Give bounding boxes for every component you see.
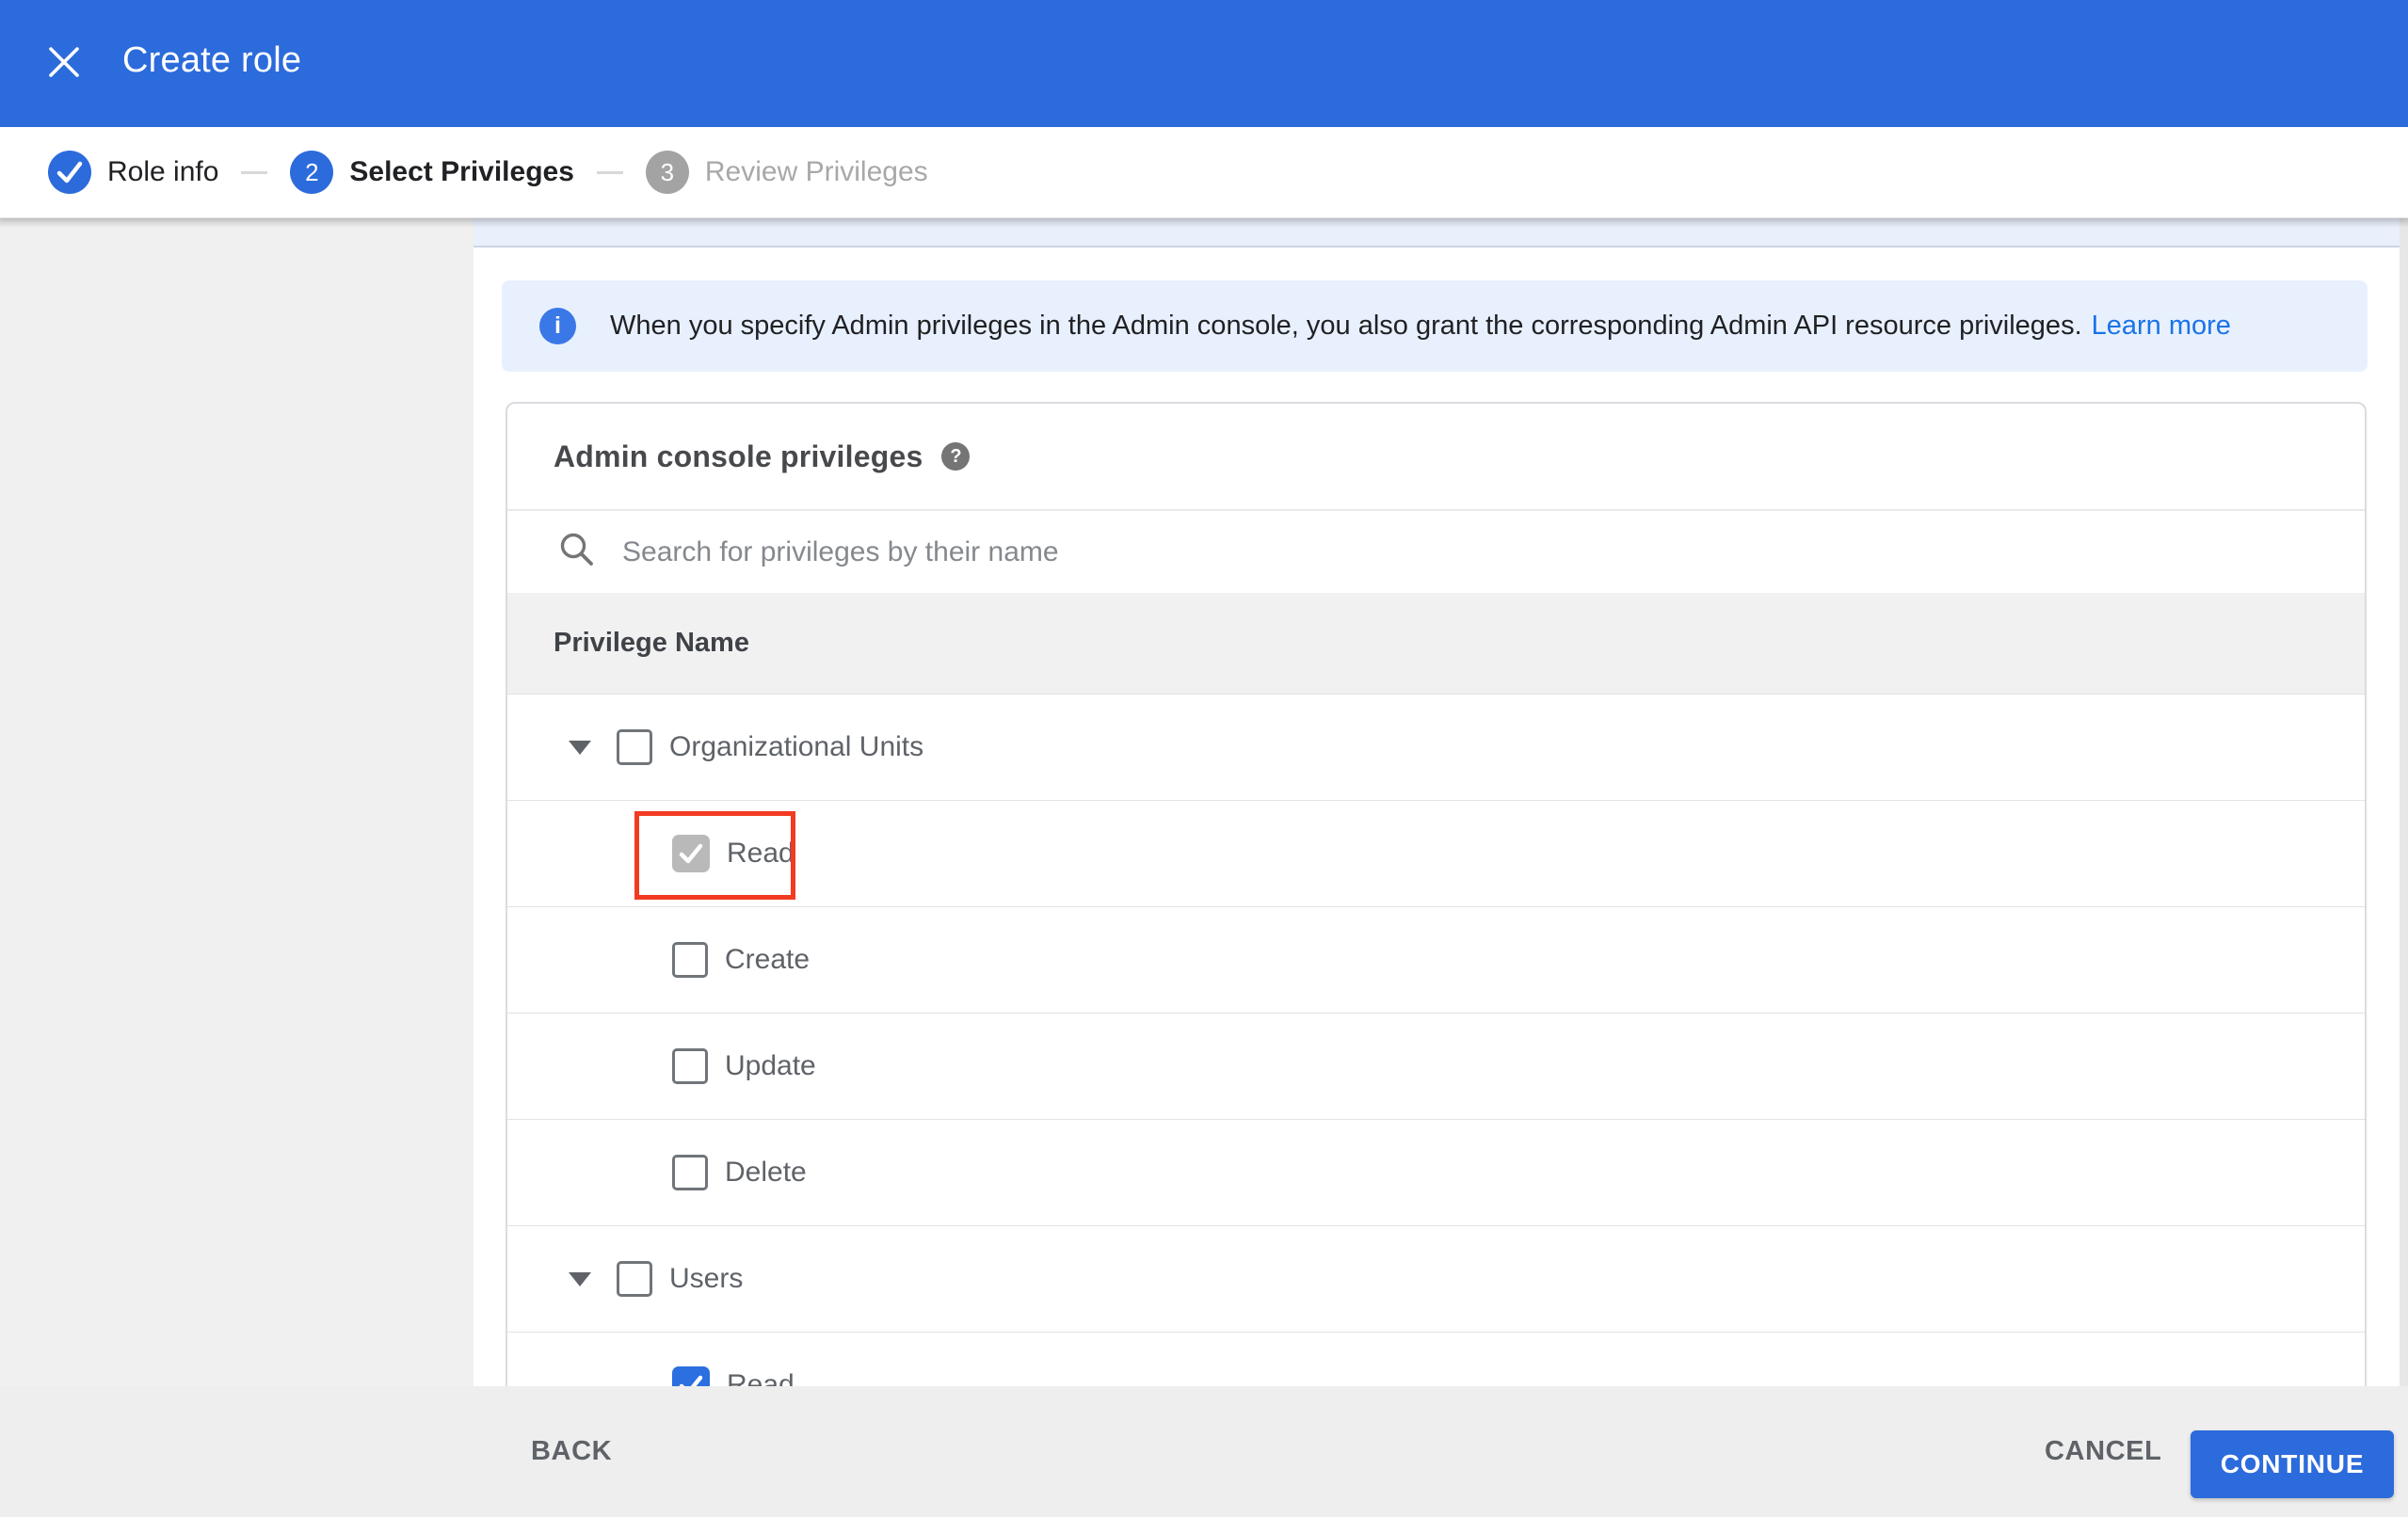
left-gutter-panel	[0, 218, 474, 1517]
step-connector	[241, 170, 268, 174]
privilege-row-delete: Delete	[507, 1120, 2365, 1226]
scrolled-content-strip	[474, 218, 2400, 248]
stepper: Role info 2 Select Privileges 3 Review P…	[0, 127, 2408, 218]
step-label: Review Privileges	[704, 156, 928, 187]
back-button[interactable]: BACK	[531, 1386, 612, 1517]
privilege-label: Delete	[725, 1157, 807, 1188]
page-title: Create role	[122, 40, 302, 80]
search-input[interactable]	[622, 535, 2034, 568]
privilege-search-row	[507, 511, 2365, 593]
step-complete-check-icon	[48, 151, 91, 194]
help-icon[interactable]: ?	[941, 442, 971, 471]
checkbox-create[interactable]	[672, 942, 708, 978]
card-title-row: Admin console privileges ?	[507, 404, 2365, 511]
privilege-label: Read	[727, 838, 795, 869]
collapse-triangle-icon[interactable]	[569, 1271, 591, 1286]
privilege-row-read: Read	[507, 801, 2365, 907]
banner-text: When you specify Admin privileges in the…	[610, 311, 2082, 341]
checkbox-organizational-units[interactable]	[617, 729, 652, 765]
privilege-label: Create	[725, 944, 811, 975]
step-number-badge: 3	[645, 151, 689, 194]
step-number-badge: 2	[290, 151, 334, 194]
privilege-row-create: Create	[507, 907, 2365, 1014]
close-icon[interactable]	[45, 43, 83, 81]
step-review-privileges[interactable]: 3 Review Privileges	[645, 151, 928, 194]
admin-privileges-card: Admin console privileges ? Privilege Nam…	[506, 402, 2367, 1484]
column-header-label: Privilege Name	[554, 628, 749, 658]
scrollbar-track[interactable]	[2400, 218, 2408, 1386]
step-select-privileges[interactable]: 2 Select Privileges	[290, 151, 574, 194]
step-label: Select Privileges	[349, 156, 574, 187]
continue-button[interactable]: CONTINUE	[2191, 1430, 2394, 1498]
step-role-info[interactable]: Role info	[48, 151, 218, 194]
privilege-label: Users	[669, 1263, 744, 1294]
footer-bar: BACK CANCEL CONTINUE	[0, 1386, 2408, 1517]
info-banner: i When you specify Admin privileges in t…	[502, 280, 2368, 372]
card-title: Admin console privileges	[554, 439, 923, 473]
privilege-row-users: Users	[507, 1226, 2365, 1333]
learn-more-link[interactable]: Learn more	[2092, 311, 2231, 342]
checkbox-read-checked-disabled[interactable]	[672, 835, 710, 872]
collapse-triangle-icon[interactable]	[569, 740, 591, 755]
step-connector	[596, 170, 623, 174]
checkbox-update[interactable]	[672, 1048, 708, 1084]
privilege-label: Update	[725, 1050, 816, 1081]
info-icon: i	[539, 308, 576, 344]
privilege-row-update: Update	[507, 1014, 2365, 1120]
privilege-row-organizational-units: Organizational Units	[507, 695, 2365, 801]
cancel-button[interactable]: CANCEL	[2045, 1386, 2161, 1517]
dialog-header: Create role	[0, 0, 2408, 127]
privilege-label: Organizational Units	[669, 731, 924, 762]
checkbox-delete[interactable]	[672, 1155, 708, 1190]
step-label: Role info	[107, 156, 219, 187]
search-icon	[558, 531, 596, 573]
table-column-header: Privilege Name	[507, 593, 2365, 695]
checkbox-users[interactable]	[617, 1261, 652, 1297]
